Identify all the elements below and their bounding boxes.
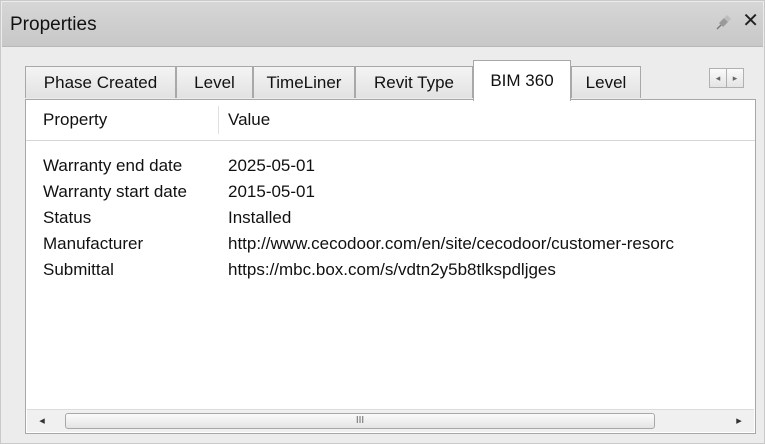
tab-timeliner[interactable]: TimeLiner [253, 66, 355, 98]
tab-label: TimeLiner [266, 73, 342, 92]
properties-table: Property Value Warranty end date 2025-05… [25, 99, 756, 434]
property-name: Warranty start date [43, 182, 187, 201]
scrollbar-thumb[interactable]: III [65, 413, 655, 429]
close-icon[interactable]: ✕ [742, 11, 759, 31]
tab-label: Revit Type [373, 73, 454, 92]
tab-revit-type[interactable]: Revit Type [355, 66, 473, 98]
tab-label: Level [194, 73, 235, 92]
tab-label: Level [585, 73, 627, 92]
table-row[interactable]: Status Installed [26, 205, 755, 231]
tab-label: BIM 360 [490, 71, 554, 90]
tab-strip: Phase Created Level TimeLiner Revit Type… [25, 60, 754, 101]
scroll-right-icon[interactable]: ▸ [730, 412, 748, 430]
column-header-value[interactable]: Value [228, 100, 270, 140]
table-header: Property Value [26, 100, 755, 141]
property-name: Submittal [43, 260, 114, 279]
table-row[interactable]: Warranty start date 2015-05-01 [26, 179, 755, 205]
table-row[interactable]: Manufacturer http://www.cecodoor.com/en/… [26, 231, 755, 257]
panel-titlebar: Properties ✕ [2, 2, 763, 47]
tab-bim-360[interactable]: BIM 360 [473, 60, 571, 101]
property-value: https://mbc.box.com/s/vdtn2y5b8tlkspdljg… [228, 260, 556, 279]
property-value: 2025-05-01 [228, 156, 315, 175]
tab-phase-created[interactable]: Phase Created [25, 66, 176, 98]
table-row[interactable]: Warranty end date 2025-05-01 [26, 153, 755, 179]
column-divider[interactable] [218, 106, 219, 134]
property-value: 2015-05-01 [228, 182, 315, 201]
tab-level-2[interactable]: Level [571, 66, 641, 98]
tab-scroll-left-icon[interactable]: ◂ [709, 68, 727, 88]
property-name: Manufacturer [43, 234, 144, 253]
tab-scroll-right-icon[interactable]: ▸ [726, 68, 744, 88]
pin-icon[interactable] [715, 13, 733, 31]
tab-label: Phase Created [43, 73, 158, 92]
column-header-property[interactable]: Property [43, 100, 107, 140]
horizontal-scrollbar[interactable]: ◂ III ▸ [27, 409, 754, 432]
table-row[interactable]: Submittal https://mbc.box.com/s/vdtn2y5b… [26, 257, 755, 283]
property-value: Installed [228, 208, 292, 227]
property-name: Status [43, 208, 92, 227]
scroll-left-icon[interactable]: ◂ [33, 412, 51, 430]
property-value: http://www.cecodoor.com/en/site/cecodoor… [228, 234, 674, 253]
property-name: Warranty end date [43, 156, 183, 175]
tab-level[interactable]: Level [176, 66, 253, 98]
panel-title: Properties [10, 14, 97, 35]
properties-panel: Properties ✕ Phase Created Level TimeLin… [0, 0, 765, 444]
